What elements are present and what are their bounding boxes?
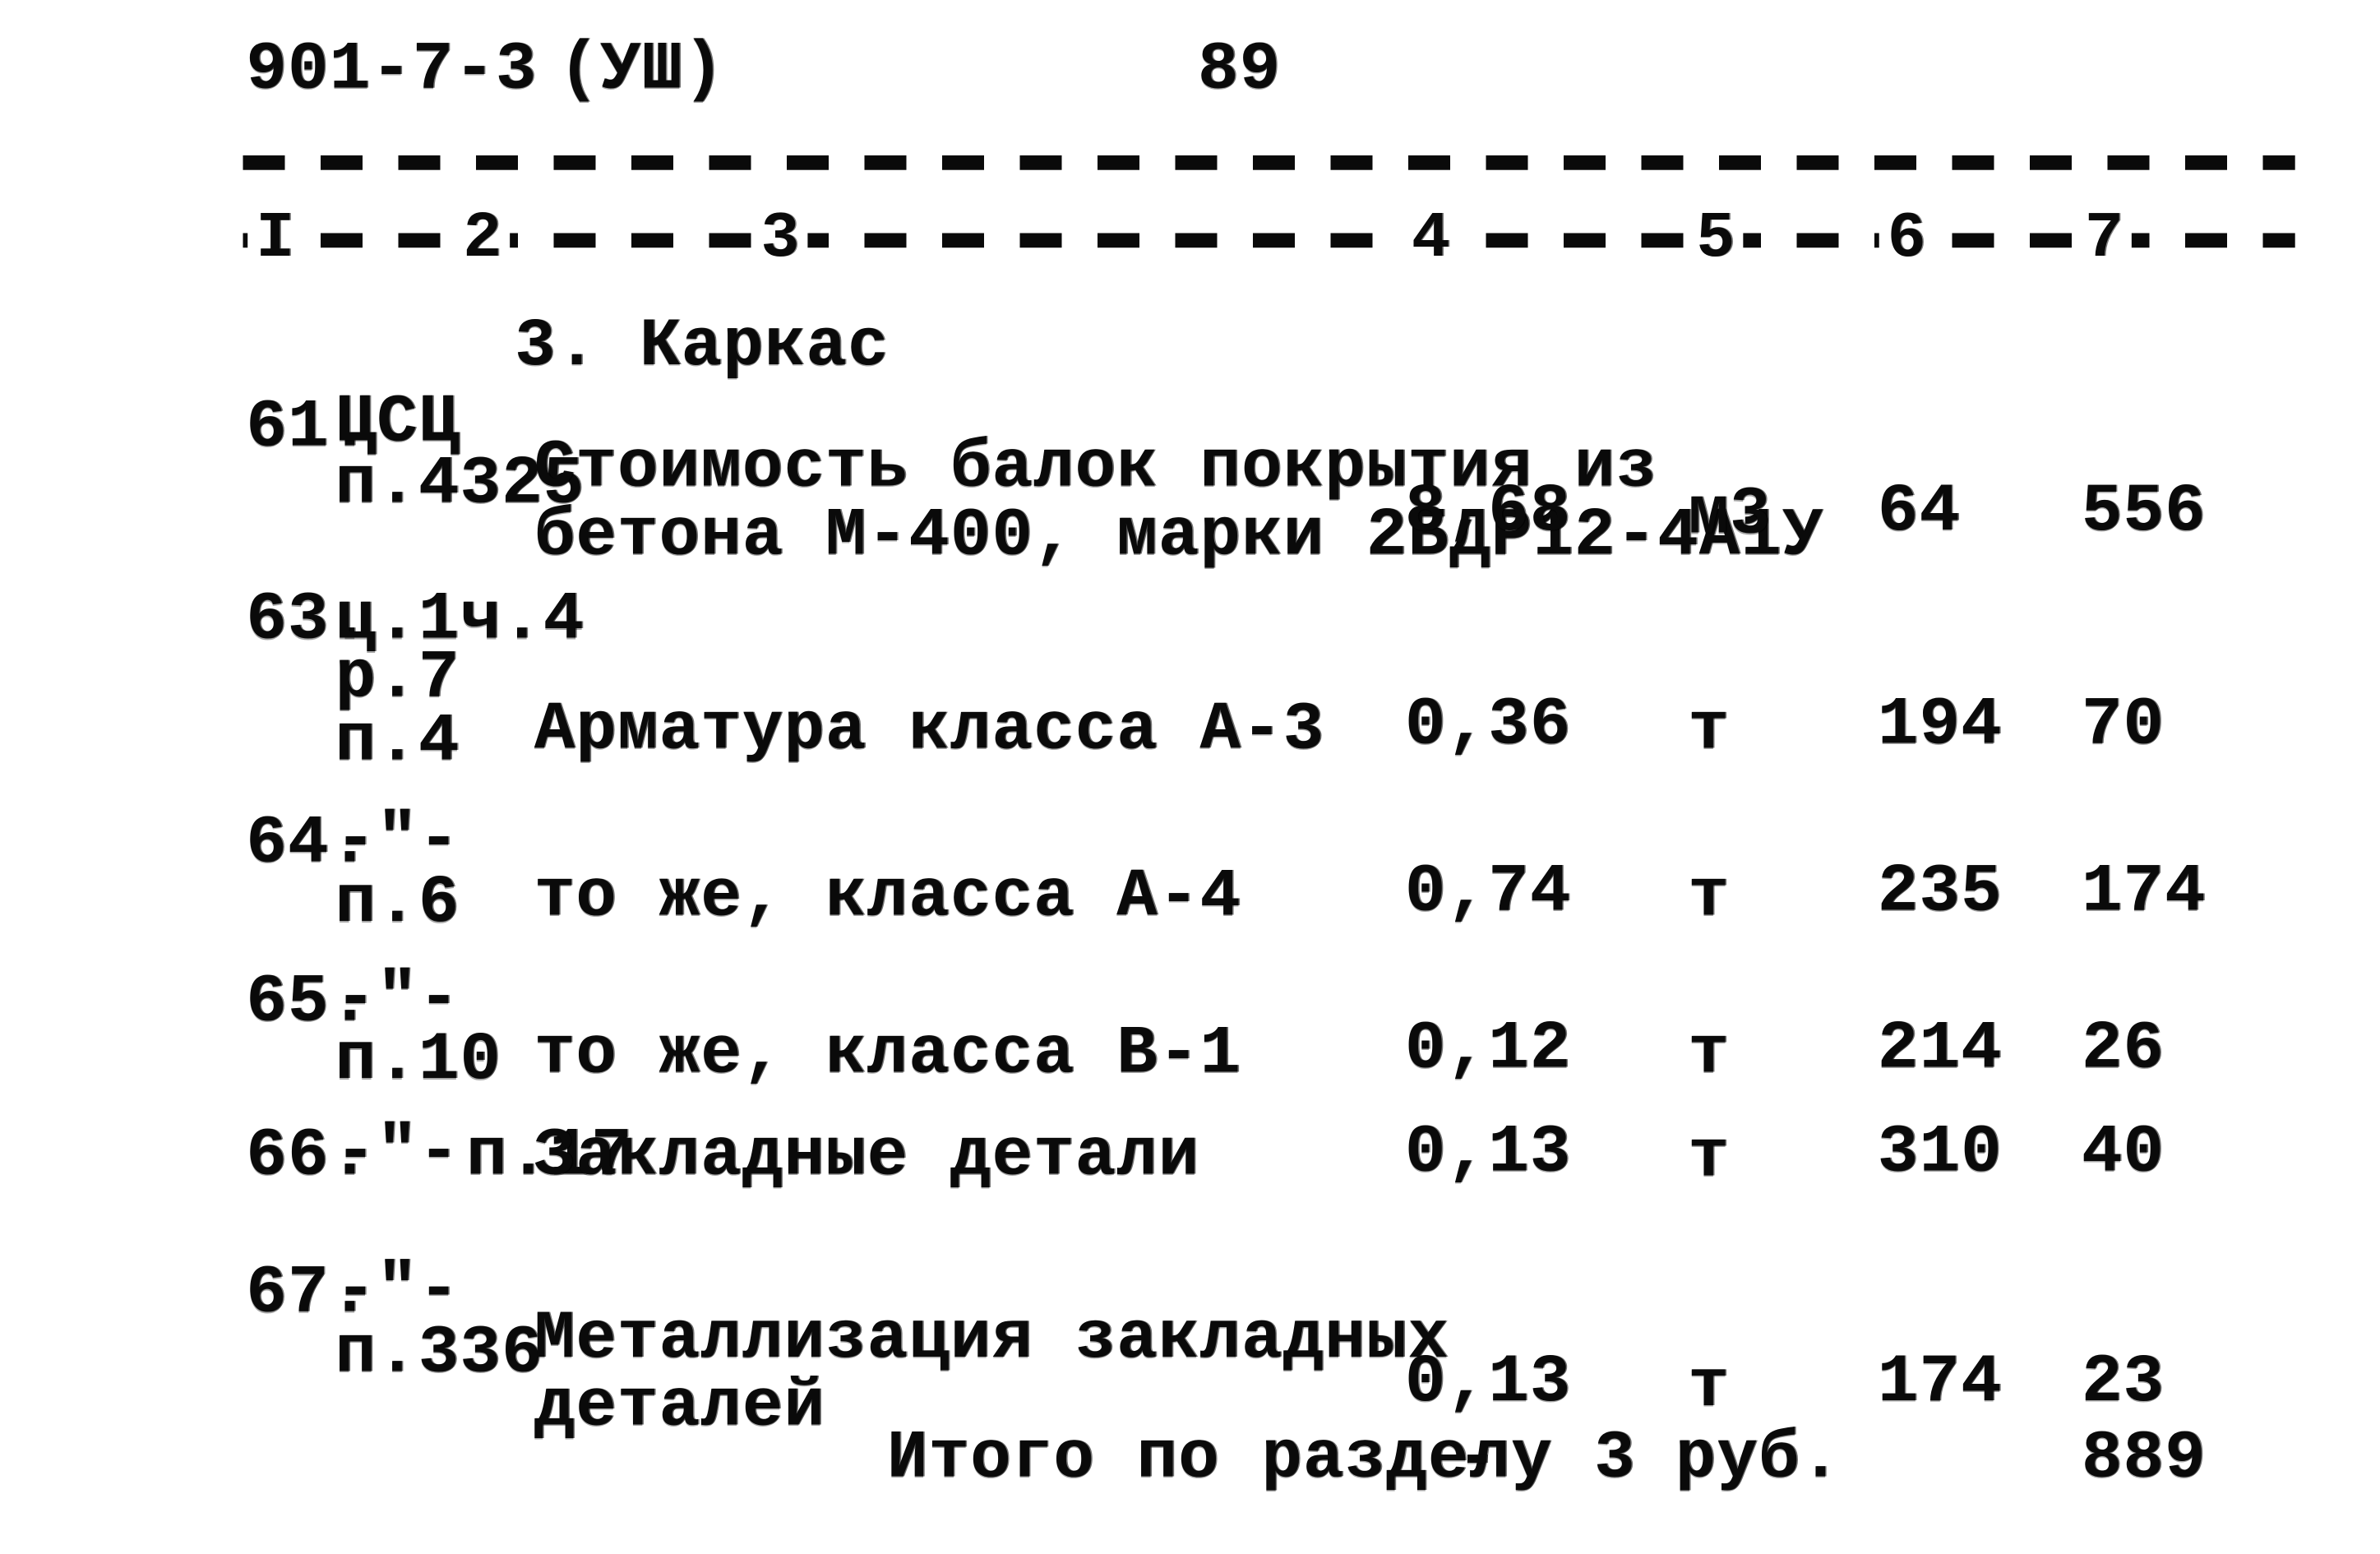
row-description-line: то же, класса А-4: [534, 858, 1242, 936]
page-number: 89: [1197, 30, 1282, 109]
row-reference-line: п.6: [335, 864, 460, 942]
row-unit: т: [1688, 691, 1731, 770]
section-total-label: Итого по разделу 3: [886, 1419, 1636, 1498]
column-number-6: 6: [1879, 204, 1934, 297]
row-reference-line: п.336: [335, 1314, 543, 1393]
section-total-sum: 889: [2081, 1419, 2207, 1498]
row-quantity: 8,68: [1404, 472, 1572, 551]
row-total-cost: 556: [2081, 472, 2207, 551]
column-number-2: 2: [455, 204, 511, 297]
column-number-5: 5: [1688, 204, 1744, 297]
row-unit-price: 194: [1877, 686, 2003, 765]
column-number-7: 7: [2076, 204, 2132, 297]
row-unit-price: 235: [1877, 853, 2003, 932]
column-number-1: I: [247, 204, 303, 297]
row-description-line: то же, класса В-1: [534, 1015, 1242, 1093]
document-page: 901-7-3 (УШ) 89 I 2 3 4 5 6 7 3. Каркас …: [0, 0, 2364, 1554]
table-top-divider: [243, 155, 2295, 170]
column-number-4: 4: [1403, 204, 1458, 297]
row-total-cost: 174: [2081, 853, 2207, 932]
row-total-cost: 23: [2081, 1344, 2165, 1422]
column-number-3: 3: [752, 204, 808, 297]
row-description-line: Металлизация закладных: [534, 1299, 1450, 1378]
row-total-cost: 40: [2081, 1113, 2165, 1191]
row-unit-price: 214: [1877, 1010, 2003, 1088]
row-reference-line: п.4: [335, 702, 460, 780]
row-unit-price: 174: [1877, 1344, 2003, 1422]
row-unit: м3: [1688, 475, 1772, 554]
row-quantity: 0,36: [1404, 686, 1572, 765]
row-unit: т: [1688, 1015, 1731, 1093]
table-header-divider: [243, 233, 2295, 248]
row-unit: т: [1688, 858, 1731, 936]
section-total-quantity: -: [1456, 1419, 1499, 1498]
row-description-line: деталей: [534, 1367, 825, 1446]
row-quantity: 0,74: [1404, 853, 1572, 932]
row-unit: т: [1688, 1118, 1731, 1196]
row-unit-price: 64: [1877, 472, 1961, 551]
row-unit-price: 310: [1877, 1113, 2003, 1191]
section-total-unit: руб.: [1675, 1419, 1842, 1498]
row-description-line: Закладные детали: [534, 1117, 1200, 1195]
row-unit: т: [1688, 1348, 1731, 1427]
row-quantity: 0,13: [1404, 1344, 1572, 1422]
row-total-cost: 26: [2081, 1010, 2165, 1088]
row-quantity: 0,13: [1404, 1113, 1572, 1191]
row-total-cost: 70: [2081, 686, 2165, 765]
row-description-line: бетона М-400, марки 2БДР12-4А1У: [534, 497, 1824, 575]
document-part-label: (УШ): [558, 30, 725, 109]
document-code: 901-7-3: [246, 30, 538, 109]
row-description-line: Арматура класса А-3: [534, 691, 1325, 770]
row-quantity: 0,12: [1404, 1010, 1572, 1088]
row-reference-line: -"-: [335, 1113, 460, 1191]
row-reference-line: п.10: [335, 1021, 501, 1099]
section-title: 3. Каркас: [515, 308, 890, 386]
